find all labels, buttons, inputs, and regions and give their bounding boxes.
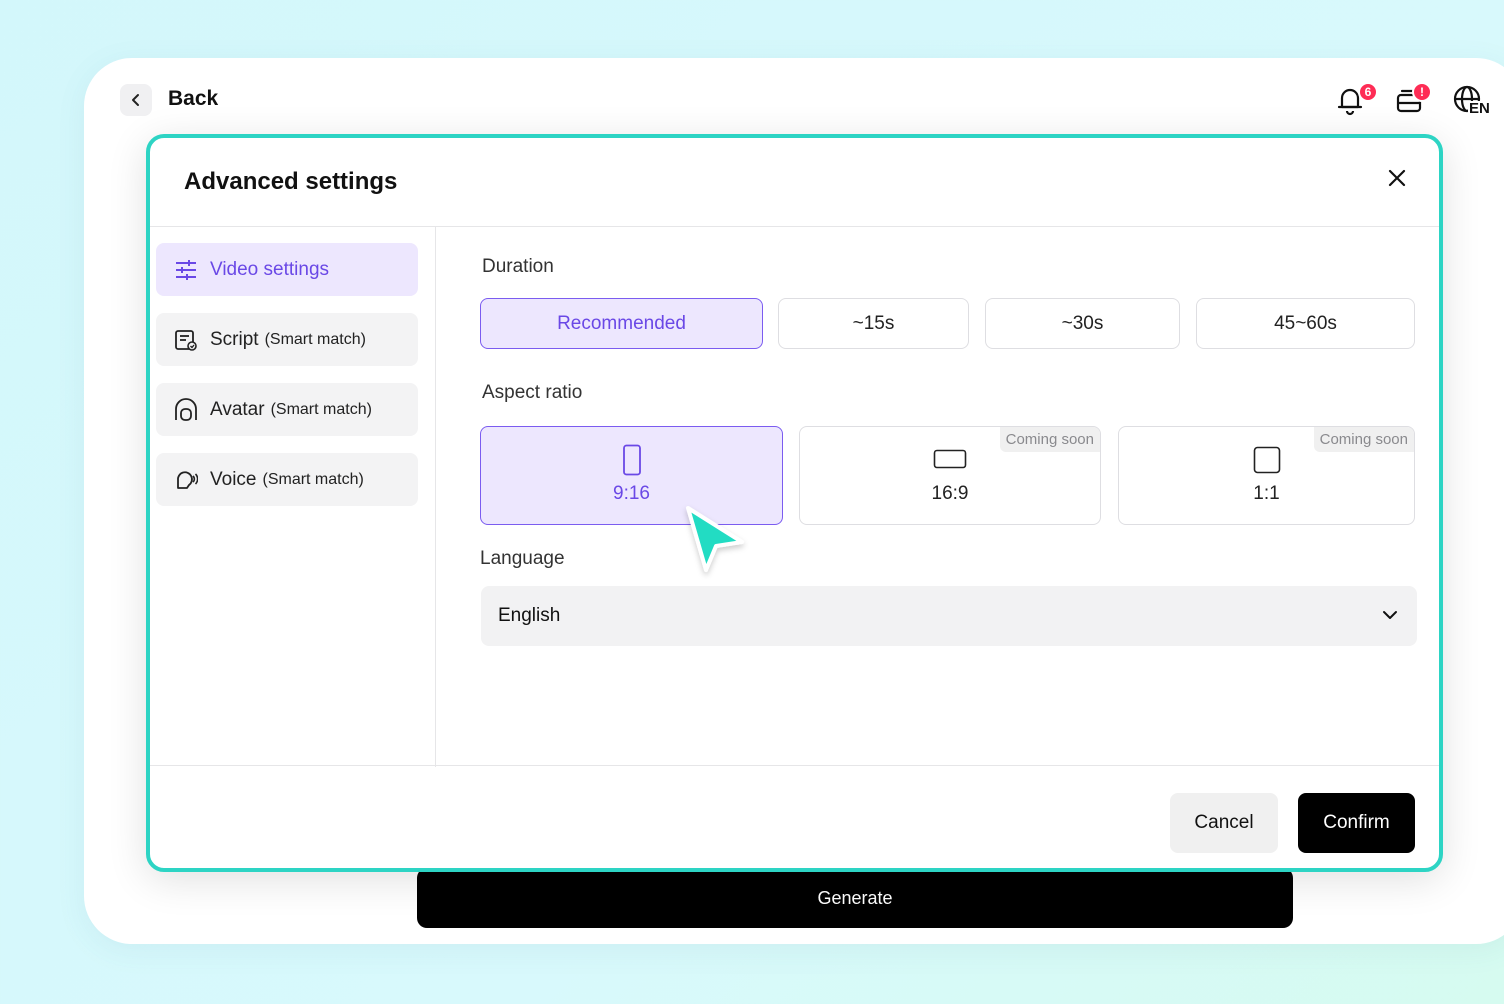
chevron-left-icon xyxy=(132,94,139,106)
back-button[interactable] xyxy=(120,84,152,116)
inbox-badge: ! xyxy=(1412,82,1432,102)
cancel-button[interactable]: Cancel xyxy=(1170,793,1278,853)
chevron-down-icon xyxy=(1383,611,1397,619)
square-shape-icon xyxy=(1253,446,1280,474)
generate-button[interactable]: Generate xyxy=(417,868,1293,928)
sidebar-item-label: Voice xyxy=(210,468,257,490)
language-label: Language xyxy=(480,548,565,569)
sidebar-item-label: Video settings xyxy=(210,258,330,280)
duration-label: Duration xyxy=(482,256,554,277)
aspect-ratio-label-text: 1:1 xyxy=(1253,483,1280,504)
notifications-button[interactable]: 6 xyxy=(1334,82,1378,121)
voice-icon xyxy=(174,468,198,492)
sliders-icon xyxy=(174,258,198,282)
sidebar-item-label: Avatar xyxy=(210,398,265,420)
sidebar-item-label: Script xyxy=(210,328,259,350)
inbox-button[interactable]: ! xyxy=(1396,82,1432,119)
aspect-ratio-label-text: 16:9 xyxy=(931,483,969,504)
aspect-ratio-option-1-1[interactable]: Coming soon 1:1 xyxy=(1118,426,1415,525)
confirm-button[interactable]: Confirm xyxy=(1298,793,1415,853)
sidebar-item-avatar[interactable]: Avatar (Smart match) xyxy=(156,383,418,436)
notifications-badge: 6 xyxy=(1358,82,1378,102)
sidebar-item-script[interactable]: Script (Smart match) xyxy=(156,313,418,366)
language-select[interactable]: English xyxy=(481,586,1417,646)
aspect-ratio-label: Aspect ratio xyxy=(482,382,583,403)
landscape-shape-icon xyxy=(933,449,967,469)
duration-option-recommended[interactable]: Recommended xyxy=(480,298,763,349)
sidebar-divider xyxy=(435,226,436,767)
avatar-icon xyxy=(174,397,198,422)
coming-soon-badge: Coming soon xyxy=(1313,427,1414,452)
back-label[interactable]: Back xyxy=(168,87,218,111)
sidebar-item-sub: (Smart match) xyxy=(264,330,366,348)
duration-option-45-60s[interactable]: 45~60s xyxy=(1196,298,1415,349)
sidebar-item-sub: (Smart match) xyxy=(262,470,364,488)
aspect-ratio-option-16-9[interactable]: Coming soon 16:9 xyxy=(799,426,1101,525)
portrait-shape-icon xyxy=(622,444,641,476)
footer-divider xyxy=(150,765,1439,766)
close-icon xyxy=(1388,169,1406,187)
sidebar-item-video-settings[interactable]: Video settings xyxy=(156,243,418,296)
close-button[interactable] xyxy=(1385,166,1409,190)
modal-title: Advanced settings xyxy=(184,168,398,195)
language-button[interactable]: EN xyxy=(1452,84,1494,118)
coming-soon-badge: Coming soon xyxy=(999,427,1100,452)
language-code: EN xyxy=(1468,100,1491,117)
mouse-pointer-icon xyxy=(686,506,744,572)
script-icon xyxy=(174,328,198,352)
duration-option-30s[interactable]: ~30s xyxy=(985,298,1180,349)
header-divider xyxy=(150,226,1439,227)
language-select-value: English xyxy=(498,605,561,626)
sidebar-item-voice[interactable]: Voice (Smart match) xyxy=(156,453,418,506)
advanced-settings-modal: Advanced settings Video settings Script … xyxy=(146,134,1443,872)
duration-option-15s[interactable]: ~15s xyxy=(778,298,969,349)
sidebar-item-sub: (Smart match) xyxy=(270,400,372,418)
